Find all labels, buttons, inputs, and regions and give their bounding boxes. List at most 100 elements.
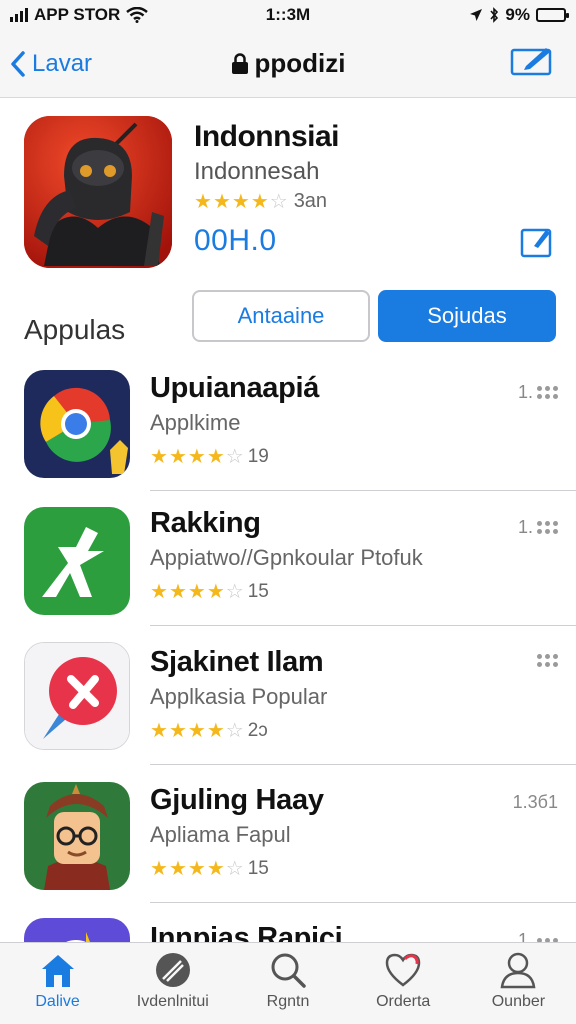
tab-favorites[interactable]: Orderta bbox=[346, 943, 461, 1024]
app-rating: ★ ★ ★ ★ ☆ 19 bbox=[150, 446, 269, 468]
rating-count: 15 bbox=[247, 581, 269, 602]
app-meta[interactable]: 1. bbox=[518, 517, 558, 538]
star-icon: ★ bbox=[194, 190, 212, 213]
star-rating-icon: ★ ★ ★ ★ ☆ bbox=[194, 192, 288, 212]
more-icon bbox=[537, 521, 558, 534]
featured-app-subtitle: Indonnesah bbox=[194, 158, 320, 185]
app-meta-text: 1.3б1 bbox=[512, 792, 558, 812]
star-icon: ★ bbox=[168, 581, 187, 603]
back-label: Lavar bbox=[32, 49, 93, 77]
tab-label: Ounber bbox=[491, 993, 546, 1010]
app-description: Applkasia Popular bbox=[150, 684, 328, 709]
rating-count: 2ɔ bbox=[247, 720, 268, 741]
wifi-icon bbox=[126, 7, 149, 23]
row-divider bbox=[150, 764, 576, 765]
star-icon: ☆ bbox=[225, 581, 244, 603]
heart-icon bbox=[385, 953, 421, 987]
section-title: Appulas bbox=[24, 314, 126, 345]
chevron-left-icon bbox=[11, 50, 25, 77]
app-name: Sjakinet Ilam bbox=[150, 646, 324, 678]
status-left: APP STOR bbox=[10, 5, 149, 25]
carrier-label: APP STOR bbox=[34, 5, 121, 24]
tab-discover[interactable]: Ivdenlnitui bbox=[115, 943, 230, 1024]
bluetooth-icon bbox=[490, 7, 499, 23]
running-app-icon bbox=[24, 507, 130, 615]
app-list-item[interactable]: Upuianaapiá Applkime ★ ★ ★ ★ ☆ 19 1. bbox=[0, 366, 576, 503]
star-icon: ★ bbox=[150, 858, 168, 880]
lock-icon bbox=[231, 52, 248, 74]
tab-label: Dalive bbox=[35, 993, 80, 1010]
home-icon bbox=[41, 955, 74, 987]
nav-bar: Lavar ppodizi bbox=[0, 30, 576, 98]
featured-app-icon bbox=[24, 116, 172, 268]
app-list-item[interactable]: Sjakinet Ilam Applkasia Popular ★ ★ ★ ★ ☆ 2ɔ bbox=[0, 640, 576, 777]
app-name: Upuianaapiá bbox=[150, 372, 320, 404]
app-meta-text: 1. bbox=[517, 517, 533, 537]
battery-percent: 9% bbox=[505, 5, 530, 24]
tab-bar: Dalive Ivdenlnitui Rgntn Orderta Ounber bbox=[0, 942, 576, 1024]
tab-label: Ivdenlnitui bbox=[136, 993, 209, 1010]
app-name: Rakking bbox=[150, 507, 261, 539]
star-icon: ★ bbox=[150, 446, 168, 468]
share-icon bbox=[520, 228, 552, 258]
app-list-item[interactable]: Rakking Appiatwo//Gpnkoular Ptofuk ★ ★ ★ ★ ☆… bbox=[0, 503, 576, 640]
row-divider bbox=[150, 625, 576, 626]
back-button[interactable]: Lavar bbox=[10, 50, 92, 78]
status-right: 9% bbox=[469, 5, 569, 25]
tab-label: Orderta bbox=[376, 993, 431, 1010]
rating-count: 19 bbox=[247, 446, 269, 467]
star-icon: ★ bbox=[206, 858, 225, 880]
compose-button[interactable] bbox=[510, 44, 554, 81]
battery-icon bbox=[536, 8, 569, 22]
tab-label: Rgntn bbox=[266, 993, 310, 1010]
featured-app[interactable]: Indonnsiai Indonnesah ★ ★ ★ ★ ☆ 3an 00H.0 bbox=[24, 116, 554, 276]
star-icon: ★ bbox=[168, 858, 187, 880]
status-bar: APP STOR 1::3M 9% bbox=[0, 0, 576, 30]
character-app-icon bbox=[24, 782, 130, 890]
star-icon: ★ bbox=[206, 581, 225, 603]
star-icon: ★ bbox=[168, 446, 187, 468]
star-rating-icon: ★ ★ ★ ★ ☆ bbox=[150, 721, 244, 741]
star-icon: ★ bbox=[212, 190, 231, 213]
more-icon bbox=[537, 654, 558, 667]
search-icon bbox=[271, 953, 306, 988]
segment-left-button[interactable]: Antaaine bbox=[192, 290, 370, 342]
tab-profile[interactable]: Ounber bbox=[461, 943, 576, 1024]
app-meta[interactable] bbox=[537, 654, 558, 667]
star-icon: ★ bbox=[187, 581, 206, 603]
star-icon: ★ bbox=[206, 446, 225, 468]
tab-search[interactable]: Rgntn bbox=[230, 943, 345, 1024]
star-icon: ☆ bbox=[269, 190, 288, 213]
app-rating: ★ ★ ★ ★ ☆ 15 bbox=[150, 858, 269, 880]
star-icon: ★ bbox=[250, 190, 269, 213]
star-icon: ★ bbox=[231, 190, 250, 213]
segment-right-button[interactable]: Sojudas bbox=[378, 290, 556, 342]
app-description: Apliama Fapul bbox=[150, 822, 291, 847]
star-icon: ★ bbox=[187, 858, 206, 880]
star-rating-icon: ★ ★ ★ ★ ☆ bbox=[150, 582, 244, 602]
app-list-item[interactable]: Gjuling Haay Apliama Fapul ★ ★ ★ ★ ☆ 15 1.3б… bbox=[0, 778, 576, 915]
star-icon: ★ bbox=[206, 720, 225, 742]
app-meta[interactable]: 1. bbox=[518, 382, 558, 403]
star-icon: ☆ bbox=[225, 720, 244, 742]
app-description: Appiatwo//Gpnkoular Ptofuk bbox=[150, 545, 423, 570]
star-icon: ★ bbox=[150, 581, 168, 603]
share-button[interactable] bbox=[520, 226, 554, 263]
app-meta-text: 1. bbox=[517, 382, 533, 402]
featured-app-price[interactable]: 00H.0 bbox=[194, 224, 277, 258]
app-meta[interactable]: 1.3б1 bbox=[513, 792, 558, 813]
featured-app-title: Indonnsiai bbox=[194, 120, 340, 153]
signal-icon bbox=[10, 8, 28, 22]
app-description: Applkime bbox=[150, 410, 241, 435]
compass-icon bbox=[155, 953, 190, 987]
location-icon bbox=[470, 9, 483, 21]
tab-today[interactable]: Dalive bbox=[0, 943, 115, 1024]
star-icon: ☆ bbox=[225, 446, 244, 468]
row-divider bbox=[150, 490, 576, 491]
star-icon: ★ bbox=[187, 446, 206, 468]
rating-count: 3an bbox=[293, 190, 328, 212]
star-rating-icon: ★ ★ ★ ★ ☆ bbox=[150, 447, 244, 467]
compose-icon bbox=[510, 48, 552, 76]
nav-title-text: ppodizi bbox=[254, 48, 346, 78]
app-rating: ★ ★ ★ ★ ☆ 15 bbox=[150, 581, 269, 603]
